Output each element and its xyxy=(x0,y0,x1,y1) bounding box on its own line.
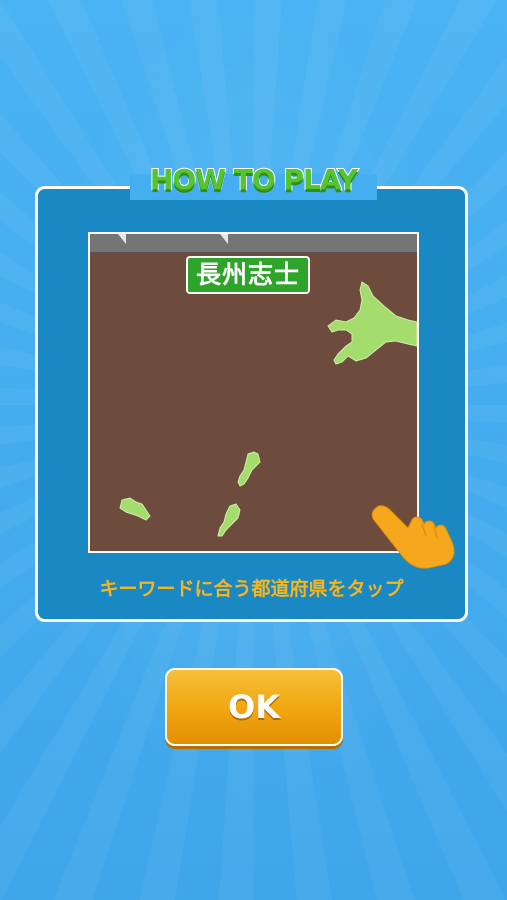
keyword-label: 長州志士 xyxy=(186,256,311,294)
hokkaido-shape xyxy=(327,281,417,365)
ok-button[interactable]: OK xyxy=(165,668,343,746)
island-shape-c xyxy=(119,497,151,521)
island-shape-b xyxy=(217,503,241,537)
how-to-play-title: HOW TO PLAY xyxy=(149,162,359,197)
instruction-text: キーワードに合う都道府県をタップ xyxy=(99,578,404,600)
island-shape-a xyxy=(237,451,261,487)
pointing-hand-icon xyxy=(371,505,455,569)
